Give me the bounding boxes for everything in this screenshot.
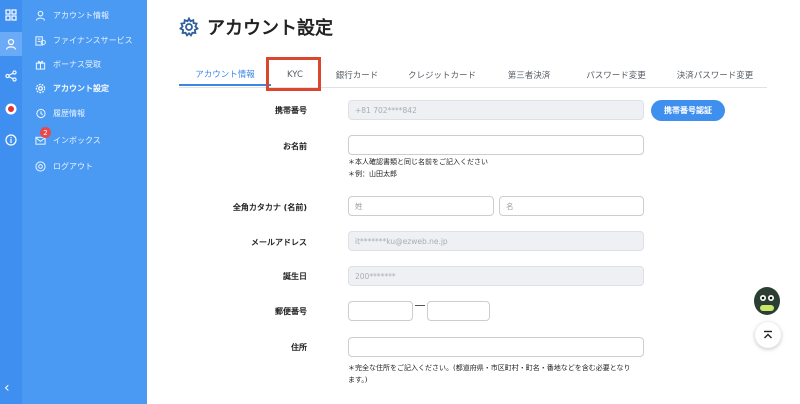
tab-payment-password-change[interactable]: 決済パスワード変更 <box>663 64 767 86</box>
gift-icon <box>34 58 46 70</box>
tab-account-info[interactable]: アカウント情報 <box>179 64 271 86</box>
sidebar-item-label: ボーナス受取 <box>53 59 101 69</box>
tab-credit-card[interactable]: クレジットカード <box>395 64 489 86</box>
kyc-tab-highlight <box>266 57 321 91</box>
birthday-label: 誕生日 <box>283 272 307 281</box>
sidebar-item-account-settings[interactable]: アカウント設定 <box>34 79 109 97</box>
record-icon[interactable] <box>3 101 19 117</box>
address-note: ＊完全な住所をご記入ください。(都道府県・市区町村・町名・番地などを含む必要とな… <box>348 364 631 372</box>
grid-icon[interactable] <box>3 7 19 23</box>
user-icon <box>34 9 46 21</box>
collapse-sidebar-icon[interactable]: ‹ <box>4 380 10 396</box>
name-input[interactable] <box>348 135 644 155</box>
postal-code-label: 郵便番号 <box>275 307 307 316</box>
sidebar-item-label: インボックス <box>53 135 101 145</box>
arrow-up-icon <box>764 330 772 339</box>
sidebar-item-history[interactable]: 履歴情報 <box>34 104 85 122</box>
sidebar-item-finance[interactable]: ファイナンスサービス <box>34 31 133 49</box>
tab-bank-card[interactable]: 銀行カード <box>319 64 395 86</box>
name-example-note: ＊例：山田太郎 <box>348 170 397 178</box>
phone-verify-button[interactable]: 携帯番号認証 <box>651 100 725 121</box>
sidebar-item-account-info[interactable]: アカウント情報 <box>34 6 109 24</box>
page-title: アカウント設定 <box>207 18 333 39</box>
page-header: アカウント設定 <box>179 16 333 39</box>
phone-label: 携帯番号 <box>275 106 307 115</box>
address-label: 住所 <box>291 343 307 352</box>
share-icon[interactable] <box>3 68 19 84</box>
icon-rail: ‹ <box>0 0 22 404</box>
email-label: メールアドレス <box>251 238 307 247</box>
address-input[interactable] <box>348 337 644 357</box>
birthday-field: 200******* <box>348 266 644 286</box>
scroll-to-top-button[interactable] <box>755 322 781 348</box>
postal-code-separator <box>415 305 425 306</box>
tab-password-change[interactable]: パスワード変更 <box>569 64 663 86</box>
gear-icon <box>34 82 46 94</box>
sidebar-item-logout[interactable]: ログアウト <box>34 157 93 175</box>
sidebar-item-bonus[interactable]: ボーナス受取 <box>34 55 101 73</box>
user-icon[interactable] <box>0 32 22 56</box>
kana-last-name-input[interactable]: 姓 <box>348 196 494 216</box>
email-field: it*******ku@ezweb.ne.jp <box>348 231 644 251</box>
sidebar-item-label: アカウント設定 <box>53 83 109 93</box>
support-chat-icon[interactable] <box>752 285 782 317</box>
tab-third-party-payment[interactable]: 第三者決済 <box>489 64 569 86</box>
inbox-count-badge: 2 <box>40 127 51 138</box>
sidebar: アカウント情報 ファイナンスサービス ボーナス受取 アカウント設定 履歴情報 イ… <box>22 0 147 404</box>
logout-icon <box>34 160 46 172</box>
sidebar-item-label: ファイナンスサービス <box>53 35 133 45</box>
finance-icon <box>34 34 46 46</box>
sidebar-item-label: ログアウト <box>53 161 93 171</box>
address-note-continued: ます。) <box>348 376 368 384</box>
postal-code-first-input[interactable] <box>348 301 413 321</box>
gear-icon <box>179 16 199 37</box>
postal-code-second-input[interactable] <box>427 301 490 321</box>
name-label: お名前 <box>283 142 307 151</box>
sidebar-item-label: 履歴情報 <box>53 108 85 118</box>
name-note: ＊本人確認書類と同じ名前をご記入ください <box>348 158 488 166</box>
main-content: アカウント設定 アカウント情報 KYC 銀行カード クレジットカード 第三者決済… <box>147 0 800 404</box>
sidebar-item-label: アカウント情報 <box>53 10 109 20</box>
kana-label: 全角カタカナ (名前) <box>232 203 307 212</box>
kana-first-name-input[interactable]: 名 <box>499 196 644 216</box>
history-icon <box>34 107 46 119</box>
phone-field: +81 702****842 <box>348 100 644 120</box>
info-icon[interactable] <box>3 132 19 148</box>
